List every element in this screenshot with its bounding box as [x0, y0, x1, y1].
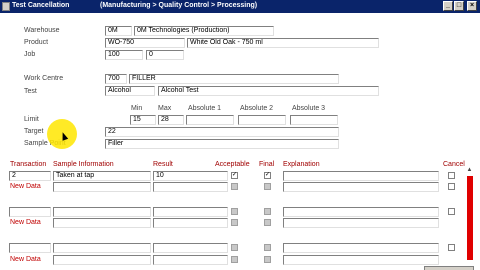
- test-name-field: Alcohol Test: [158, 86, 379, 96]
- final-checkbox: [264, 244, 271, 251]
- absolute2-header: Absolute 2: [240, 105, 274, 112]
- work-centre-name-field: FILLER: [129, 74, 339, 84]
- absolute3-header: Absolute 3: [292, 105, 326, 112]
- result-field[interactable]: [153, 207, 228, 217]
- result-header: Result: [153, 161, 173, 168]
- final-header: Final: [259, 161, 275, 168]
- acceptable-checkbox: [231, 183, 238, 190]
- transaction-header: Transaction: [10, 161, 47, 168]
- sample-point-field[interactable]: Filler: [105, 139, 339, 149]
- cancel-checkbox[interactable]: [448, 208, 455, 215]
- result-extra-field[interactable]: [153, 182, 228, 192]
- new-data-label: New Data: [10, 219, 41, 226]
- explanation-header: Explanation: [283, 161, 320, 168]
- transaction-field[interactable]: [9, 243, 51, 253]
- maximize-button[interactable]: □: [454, 1, 464, 11]
- limit-max-field[interactable]: 28: [158, 115, 184, 125]
- warehouse-label: Warehouse: [24, 27, 60, 34]
- sample-info-field[interactable]: Taken at tap: [53, 171, 151, 181]
- result-extra-field[interactable]: [153, 255, 228, 265]
- min-header: Min: [131, 105, 143, 112]
- cancel-checkbox[interactable]: [448, 244, 455, 251]
- app-icon: [2, 2, 10, 11]
- explanation-extra-field[interactable]: [283, 255, 439, 265]
- warehouse-code-field[interactable]: 0M: [105, 26, 132, 36]
- product-name-field: White Old Oak - 750 ml: [187, 38, 379, 48]
- sample-info-field[interactable]: [53, 243, 151, 253]
- bottom-toolbar-button[interactable]: [424, 266, 474, 270]
- sample-info-field[interactable]: [53, 207, 151, 217]
- new-data-label: New Data: [10, 256, 41, 263]
- scroll-up-icon[interactable]: ▲: [465, 167, 474, 175]
- final-checkbox: [264, 183, 271, 190]
- acceptable-checkbox[interactable]: ✓: [231, 172, 238, 179]
- result-extra-field[interactable]: [153, 218, 228, 228]
- sample-info-extra-field[interactable]: [53, 255, 151, 265]
- absolute1-field[interactable]: [186, 115, 234, 125]
- test-label: Test: [24, 88, 37, 95]
- job-label: Job: [24, 51, 36, 58]
- test-code-field[interactable]: Alcohol: [105, 86, 155, 96]
- target-label: Target: [24, 128, 44, 135]
- cancel-header: Cancel: [443, 161, 465, 168]
- final-checkbox[interactable]: ✓: [264, 172, 271, 179]
- sample-info-extra-field[interactable]: [53, 218, 151, 228]
- close-button[interactable]: ×: [467, 1, 477, 11]
- absolute2-field[interactable]: [238, 115, 286, 125]
- explanation-field[interactable]: [283, 207, 439, 217]
- explanation-extra-field[interactable]: [283, 218, 439, 228]
- explanation-field[interactable]: [283, 243, 439, 253]
- window-title: Test Cancellation: [12, 2, 70, 9]
- work-centre-code-field[interactable]: 700: [105, 74, 127, 84]
- sample-information-header: Sample Information: [53, 161, 114, 168]
- absolute3-field[interactable]: [290, 115, 338, 125]
- cancel-checkbox[interactable]: [448, 183, 455, 190]
- job-number-field[interactable]: 100: [105, 50, 143, 60]
- final-checkbox: [264, 208, 271, 215]
- acceptable-checkbox: [231, 219, 238, 226]
- warehouse-name-field: 0M Technologies (Production): [134, 26, 274, 36]
- max-header: Max: [158, 105, 172, 112]
- transaction-field[interactable]: 2: [9, 171, 51, 181]
- minimize-button[interactable]: _: [443, 1, 453, 11]
- cancel-checkbox[interactable]: [448, 172, 455, 179]
- product-label: Product: [24, 39, 49, 46]
- acceptable-checkbox: [231, 256, 238, 263]
- final-checkbox: [264, 256, 271, 263]
- result-field[interactable]: [153, 243, 228, 253]
- grid-scrollbar[interactable]: [467, 176, 473, 260]
- acceptable-checkbox: [231, 208, 238, 215]
- target-field[interactable]: 22: [105, 127, 339, 137]
- final-checkbox: [264, 219, 271, 226]
- limit-label: Limit: [24, 116, 39, 123]
- limit-min-field[interactable]: 15: [130, 115, 156, 125]
- new-data-label: New Data: [10, 183, 41, 190]
- acceptable-header: Acceptable: [215, 161, 250, 168]
- transaction-field[interactable]: [9, 207, 51, 217]
- work-centre-label: Work Centre: [24, 75, 64, 82]
- sample-info-extra-field[interactable]: [53, 182, 151, 192]
- job-sub-field[interactable]: 0: [146, 50, 184, 60]
- result-field[interactable]: 10: [153, 171, 228, 181]
- absolute1-header: Absolute 1: [188, 105, 222, 112]
- explanation-extra-field[interactable]: [283, 182, 439, 192]
- window-breadcrumb: (Manufacturing > Quality Control > Proce…: [100, 2, 258, 9]
- product-code-field[interactable]: WO-750: [105, 38, 185, 48]
- title-bar: Test Cancellation (Manufacturing > Quali…: [0, 0, 480, 13]
- explanation-field[interactable]: [283, 171, 439, 181]
- acceptable-checkbox: [231, 244, 238, 251]
